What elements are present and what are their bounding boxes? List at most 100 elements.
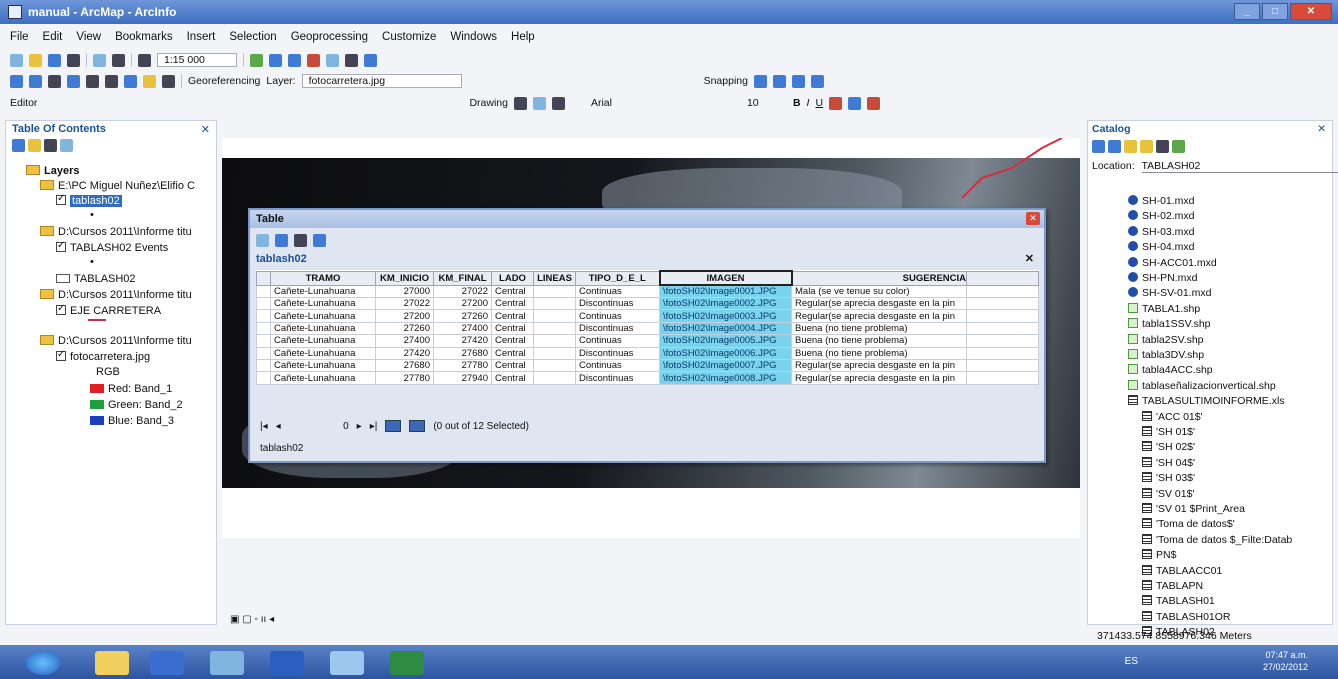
table-cell[interactable]: Central xyxy=(491,309,534,323)
catalog-item[interactable]: 'Toma de datos $_Filte:Datab xyxy=(1142,533,1292,546)
catalog-item[interactable]: 'ACC 01$' xyxy=(1142,410,1203,423)
catalog-item[interactable]: TABLASH01 xyxy=(1142,595,1215,607)
table-cell[interactable]: 27260 xyxy=(375,321,434,336)
column-header[interactable]: SUGERENCIA xyxy=(791,270,967,286)
python-window-icon[interactable] xyxy=(326,53,339,67)
pan-icon[interactable] xyxy=(48,74,61,88)
table-cell[interactable]: Regular(se aprecia desgaste en la pin xyxy=(791,309,967,323)
arcmap-taskbar-icon[interactable] xyxy=(210,651,244,675)
table-cell[interactable]: Discontinuas xyxy=(575,346,660,360)
table-cell[interactable]: 27022 xyxy=(433,284,492,298)
refresh-icon[interactable] xyxy=(1171,140,1185,153)
table-row[interactable]: Cañete-Lunahuana 27022 27200 Central Discont… xyxy=(256,296,1039,311)
table-cell[interactable] xyxy=(533,309,576,323)
catalog-item[interactable]: SH-PN.mxd xyxy=(1128,272,1197,284)
record-number[interactable]: 0 xyxy=(289,421,349,432)
table-footer-tab[interactable]: tablash02 xyxy=(260,443,303,454)
toc-item[interactable]: D:\Cursos 2011\Informe titu xyxy=(40,335,192,347)
table-cell[interactable]: \fotoSH02\Image0005.JPG xyxy=(659,334,792,348)
table-row[interactable]: Cañete-Lunahuana 27000 27022 Central Continu… xyxy=(256,284,1039,298)
table-cell[interactable]: Continuas xyxy=(575,334,660,348)
table-cell[interactable]: Buena (no tiene problema) xyxy=(791,321,967,336)
point-snapping-icon[interactable] xyxy=(753,74,767,88)
catalog-item[interactable]: 'SH 03$' xyxy=(1142,472,1195,484)
catalog-item[interactable]: 'SH 04$' xyxy=(1142,456,1195,469)
toc-layer-fotocarretera[interactable]: fotocarretera.jpg xyxy=(56,349,150,363)
catalog-item[interactable]: SH-01.mxd xyxy=(1128,195,1195,207)
catalog-item[interactable]: SH-ACC01.mxd xyxy=(1128,256,1217,269)
row-selector[interactable] xyxy=(256,371,271,385)
maximize-button[interactable]: □ xyxy=(1262,3,1288,20)
table-cell[interactable]: Continuas xyxy=(575,358,660,373)
layer-select[interactable]: fotocarretera.jpg xyxy=(301,74,462,88)
next-record-button[interactable]: ▸ xyxy=(357,421,362,432)
table-cell[interactable]: Central xyxy=(491,321,534,336)
table-cell[interactable] xyxy=(533,334,576,348)
toc-item[interactable]: D:\Cursos 2011\Informe titu xyxy=(40,289,192,301)
first-record-button[interactable]: |◂ xyxy=(260,421,268,432)
visibility-checkbox[interactable] xyxy=(56,303,66,315)
catalog-item[interactable]: tablaseñalizacionvertical.shp xyxy=(1128,379,1276,392)
table-cell[interactable]: Cañete-Lunahuana xyxy=(270,346,376,360)
list-by-selection-icon[interactable] xyxy=(60,139,74,152)
table-cell[interactable]: 27780 xyxy=(433,358,492,373)
table-cell[interactable] xyxy=(533,358,576,373)
catalog-item[interactable]: SH-04.mxd xyxy=(1128,241,1195,253)
menu-insert[interactable]: Insert xyxy=(187,31,216,43)
table-cell[interactable]: Mala (se ve tenue su color) xyxy=(791,284,967,298)
table-cell[interactable]: \fotoSH02\Image0003.JPG xyxy=(659,309,792,323)
menu-file[interactable]: File xyxy=(10,31,29,43)
media-player-icon[interactable] xyxy=(150,651,184,675)
catalog-item[interactable]: TABLAACC01 xyxy=(1142,564,1222,577)
table-options-icon[interactable] xyxy=(256,234,269,247)
table-cell[interactable] xyxy=(533,321,576,336)
vertex-snapping-icon[interactable] xyxy=(791,74,805,88)
table-cell[interactable]: Buena (no tiene problema) xyxy=(791,346,967,360)
table-cell[interactable]: \fotoSH02\Image0002.JPG xyxy=(659,296,792,311)
list-by-source-icon[interactable] xyxy=(28,139,42,152)
catalog-item[interactable]: TABLASH01OR xyxy=(1142,610,1231,623)
drawing-menu[interactable]: Drawing xyxy=(469,97,508,109)
table-cell[interactable]: 27022 xyxy=(375,296,434,311)
system-clock[interactable]: 07:47 a.m. 27/02/2012 xyxy=(1263,649,1308,673)
table-cell[interactable]: Regular(se aprecia desgaste en la pin xyxy=(791,371,967,385)
toc-item[interactable]: D:\Cursos 2011\Informe titu xyxy=(40,226,192,238)
table-cell[interactable]: Central xyxy=(491,358,534,373)
visibility-checkbox[interactable] xyxy=(56,193,66,205)
catalog-item[interactable]: 'SV 01 $Print_Area xyxy=(1142,503,1245,515)
visibility-checkbox[interactable] xyxy=(56,240,66,252)
snapping-menu[interactable]: Snapping xyxy=(704,75,748,87)
toc-close-icon[interactable]: ✕ xyxy=(201,123,210,136)
table-cell[interactable]: 27780 xyxy=(375,371,434,385)
editor-menu[interactable]: Editor xyxy=(10,97,37,109)
table-cell[interactable]: 27260 xyxy=(433,309,492,323)
column-header[interactable]: KM_FINAL xyxy=(433,270,492,286)
row-selector[interactable] xyxy=(256,296,271,311)
language-indicator[interactable]: ES xyxy=(1125,656,1138,667)
catalog-item[interactable]: TABLASULTIMOINFORME.xls xyxy=(1128,395,1285,407)
line-color-icon[interactable] xyxy=(867,96,881,110)
table-cell[interactable]: Discontinuas xyxy=(575,371,660,385)
edge-snapping-icon[interactable] xyxy=(810,74,824,88)
search-app-icon[interactable] xyxy=(330,651,364,675)
table-cell[interactable]: Cañete-Lunahuana xyxy=(270,309,376,323)
explorer-icon[interactable] xyxy=(95,651,129,675)
table-cell[interactable]: Discontinuas xyxy=(575,321,660,336)
back-icon[interactable] xyxy=(1092,140,1105,153)
table-cell[interactable]: Central xyxy=(491,296,534,311)
arctoolbox-icon[interactable] xyxy=(307,53,320,67)
new-document-icon[interactable] xyxy=(10,53,23,67)
full-extent-icon[interactable] xyxy=(67,74,80,88)
forward-icon[interactable] xyxy=(1107,140,1121,153)
catalog-window-icon[interactable] xyxy=(288,53,301,67)
catalog-item[interactable]: 'SV 01$' xyxy=(1142,487,1194,500)
column-header[interactable]: TRAMO xyxy=(270,270,376,286)
column-header[interactable]: LADO xyxy=(491,270,534,286)
font-name-select[interactable]: Arial xyxy=(571,97,741,109)
menu-windows[interactable]: Windows xyxy=(450,31,497,43)
table-cell[interactable]: Cañete-Lunahuana xyxy=(270,371,376,385)
column-header[interactable]: TIPO_D_E_L xyxy=(575,270,660,286)
catalog-item[interactable]: tabla2SV.shp xyxy=(1128,333,1204,346)
menu-bookmarks[interactable]: Bookmarks xyxy=(115,31,173,43)
table-tab-close-icon[interactable]: ✕ xyxy=(1025,252,1034,265)
